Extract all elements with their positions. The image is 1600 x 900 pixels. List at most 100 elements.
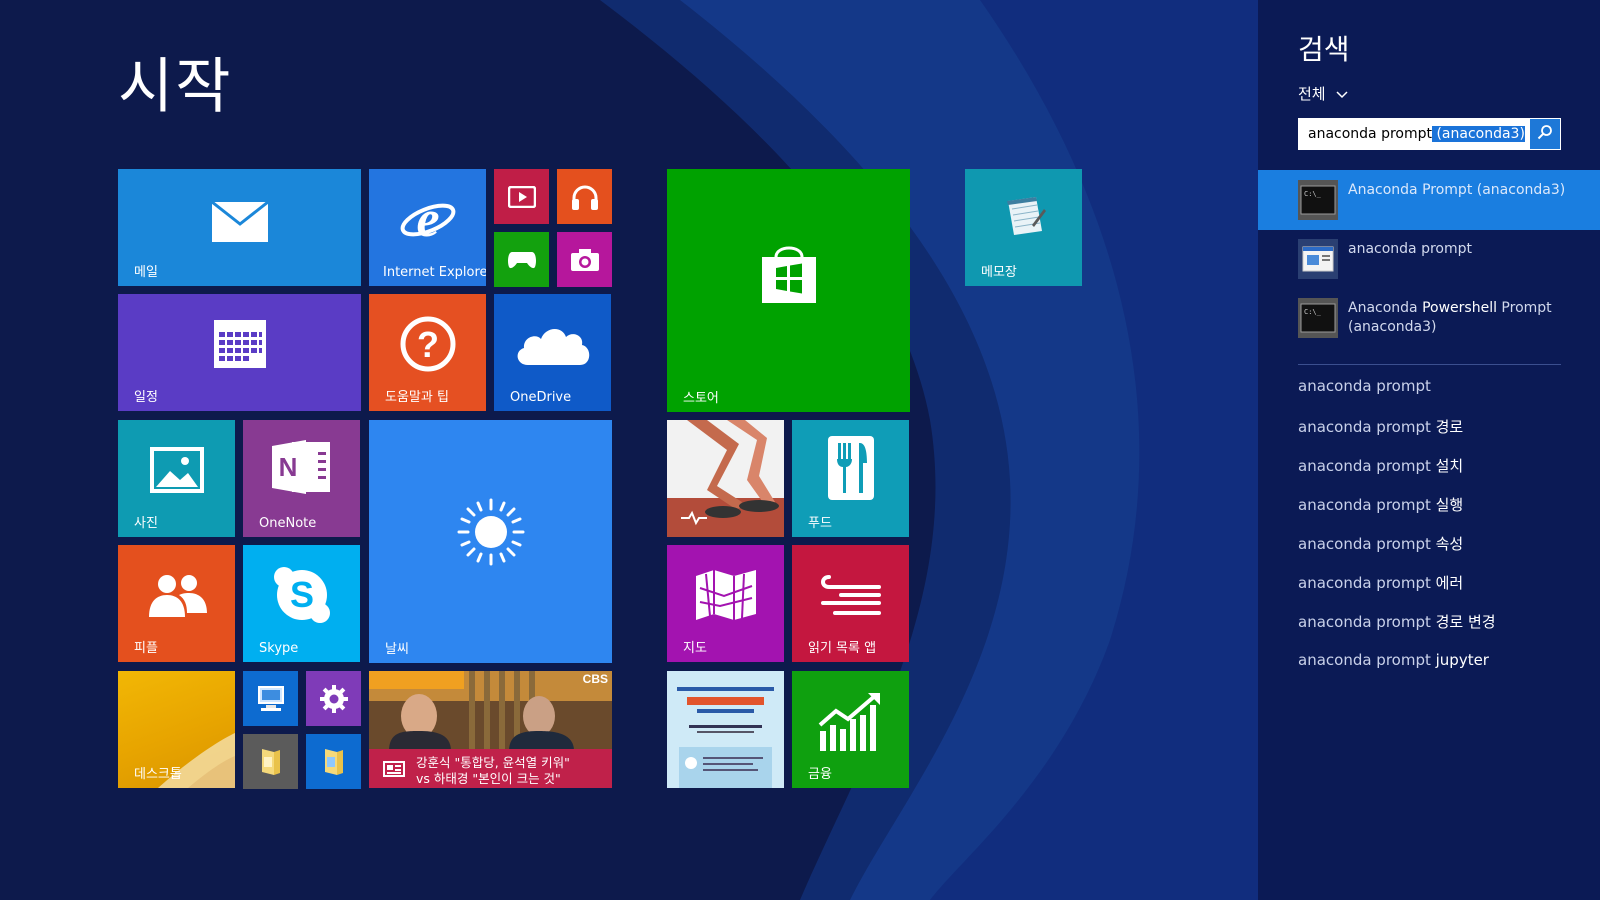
tile-store[interactable]: 스토어 — [667, 169, 910, 412]
tile-label: 도움말과 팁 — [385, 390, 449, 405]
tile-reading-list[interactable]: 읽기 목록 앱 — [792, 545, 909, 662]
search-suggestion[interactable]: anaconda prompt 에러 — [1298, 572, 1463, 593]
tile-skype[interactable]: S Skype — [243, 545, 360, 662]
tile-file-explorer-2[interactable] — [306, 734, 361, 789]
start-screen: 시작 메일 e Internet Explorer 일정 ? 도움말과 팁 On… — [0, 0, 1258, 900]
gear-icon — [319, 684, 349, 714]
search-suggestion[interactable]: anaconda prompt 경로 — [1298, 416, 1463, 437]
search-input-text[interactable]: anaconda prompt (anaconda3) — [1299, 126, 1529, 142]
terminal-icon: C:\_ — [1298, 180, 1338, 220]
tile-notepad[interactable]: 메모장 — [965, 169, 1082, 286]
tile-label: Internet Explorer — [383, 265, 486, 280]
divider — [1298, 364, 1561, 365]
search-scope-dropdown[interactable]: 전체 — [1298, 83, 1348, 104]
tile-label: 날씨 — [385, 642, 409, 657]
start-title: 시작 — [118, 52, 233, 122]
sun-icon — [456, 497, 526, 567]
tile-internet-explorer[interactable]: e Internet Explorer — [369, 169, 486, 286]
news-source-badge: CBS — [582, 672, 608, 686]
terminal-icon: C:\_ — [1298, 298, 1338, 338]
svg-text:?: ? — [417, 324, 439, 365]
tile-label: 일정 — [134, 390, 158, 405]
camera-icon — [570, 248, 600, 272]
poster-image — [667, 671, 784, 788]
search-result-anaconda-powershell-prompt[interactable]: C:\_ Anaconda Powershell Prompt (anaconda… — [1258, 288, 1600, 356]
tile-music[interactable] — [557, 169, 612, 224]
search-icon — [1537, 124, 1553, 144]
search-result-label: Anaconda Prompt (anaconda3) — [1348, 182, 1566, 198]
tile-video[interactable] — [494, 169, 549, 224]
tile-this-pc[interactable] — [243, 671, 298, 726]
tile-label: 데스크톱 — [134, 767, 182, 782]
internet-explorer-icon: e — [399, 190, 457, 246]
search-result-anaconda-prompt-anaconda3[interactable]: C:\_ Anaconda Prompt (anaconda3) — [1258, 170, 1600, 230]
search-result-label: Anaconda Powershell Prompt (anaconda3) — [1348, 300, 1552, 335]
tile-calendar[interactable]: 일정 — [118, 294, 361, 411]
news-icon — [383, 761, 405, 781]
health-photo — [667, 420, 784, 537]
tile-label: OneDrive — [510, 390, 572, 405]
mail-icon — [211, 201, 268, 242]
search-query-typed: anaconda prompt — [1308, 126, 1432, 142]
search-title: 검색 — [1298, 33, 1350, 66]
folder-icon — [322, 747, 346, 777]
folder-icon — [259, 747, 283, 777]
search-suggestion[interactable]: anaconda prompt 설치 — [1298, 455, 1463, 476]
search-suggestion[interactable]: anaconda prompt 속성 — [1298, 533, 1463, 554]
search-suggestion[interactable]: anaconda prompt jupyter — [1298, 651, 1489, 669]
tile-camera[interactable] — [557, 232, 612, 287]
tile-finance[interactable]: 금융 — [792, 671, 909, 788]
tile-label: 스토어 — [683, 391, 719, 406]
svg-text:S: S — [289, 574, 313, 615]
search-scope-label: 전체 — [1298, 85, 1326, 103]
search-suggestion[interactable]: anaconda prompt 경로 변경 — [1298, 611, 1496, 632]
search-pane: 검색 전체 anaconda prompt (anaconda3) C:\_ A… — [1258, 0, 1600, 900]
svg-text:C:\_: C:\_ — [1304, 308, 1322, 316]
tile-maps[interactable]: 지도 — [667, 545, 784, 662]
cloud-icon — [514, 321, 592, 367]
search-button[interactable] — [1529, 119, 1560, 149]
tile-label: OneNote — [259, 516, 317, 531]
tile-games[interactable] — [494, 232, 549, 287]
map-icon — [694, 568, 758, 622]
tile-label: 금융 — [808, 767, 832, 782]
tile-weather[interactable]: 날씨 — [369, 420, 612, 663]
notepad-icon — [1002, 195, 1046, 237]
svg-text:N: N — [278, 452, 297, 482]
search-query-selected: (anaconda3) — [1432, 126, 1525, 142]
search-suggestion[interactable]: anaconda prompt 실행 — [1298, 494, 1463, 515]
tile-label: 푸드 — [808, 516, 832, 531]
photo-icon — [149, 447, 204, 494]
tile-label: 사진 — [134, 516, 158, 531]
tile-desktop[interactable]: 데스크톱 — [118, 671, 235, 788]
tile-food[interactable]: 푸드 — [792, 420, 909, 537]
skype-icon: S — [272, 565, 332, 625]
help-icon: ? — [400, 316, 456, 372]
chart-icon — [818, 691, 884, 752]
fork-knife-icon — [827, 435, 875, 501]
search-result-anaconda-prompt[interactable]: anaconda prompt — [1258, 229, 1600, 289]
gamepad-icon — [507, 250, 537, 270]
tile-news[interactable]: CBS 강훈식 "통합당, 윤석열 키워" vs 하태경 "본인이 크는 것" — [369, 671, 612, 788]
tile-people[interactable]: 피플 — [118, 545, 235, 662]
tile-label: 메일 — [134, 265, 158, 280]
reading-list-icon — [819, 573, 883, 617]
chevron-down-icon — [1336, 85, 1348, 103]
search-input[interactable]: anaconda prompt (anaconda3) — [1298, 118, 1561, 150]
tile-poster[interactable] — [667, 671, 784, 788]
tile-photos[interactable]: 사진 — [118, 420, 235, 537]
calendar-icon — [213, 319, 267, 369]
search-suggestion[interactable]: anaconda prompt — [1298, 377, 1431, 395]
tile-mail[interactable]: 메일 — [118, 169, 361, 286]
tile-health[interactable] — [667, 420, 784, 537]
computer-icon — [256, 685, 286, 713]
video-icon — [507, 185, 536, 208]
tile-label: 피플 — [134, 641, 158, 656]
tile-settings[interactable] — [306, 671, 361, 726]
tile-file-explorer-1[interactable] — [243, 734, 298, 789]
tile-label: 지도 — [683, 641, 707, 656]
tile-help-tips[interactable]: ? 도움말과 팁 — [369, 294, 486, 411]
shortcut-icon — [1298, 239, 1338, 279]
tile-onenote[interactable]: N OneNote — [243, 420, 360, 537]
tile-onedrive[interactable]: OneDrive — [494, 294, 611, 411]
